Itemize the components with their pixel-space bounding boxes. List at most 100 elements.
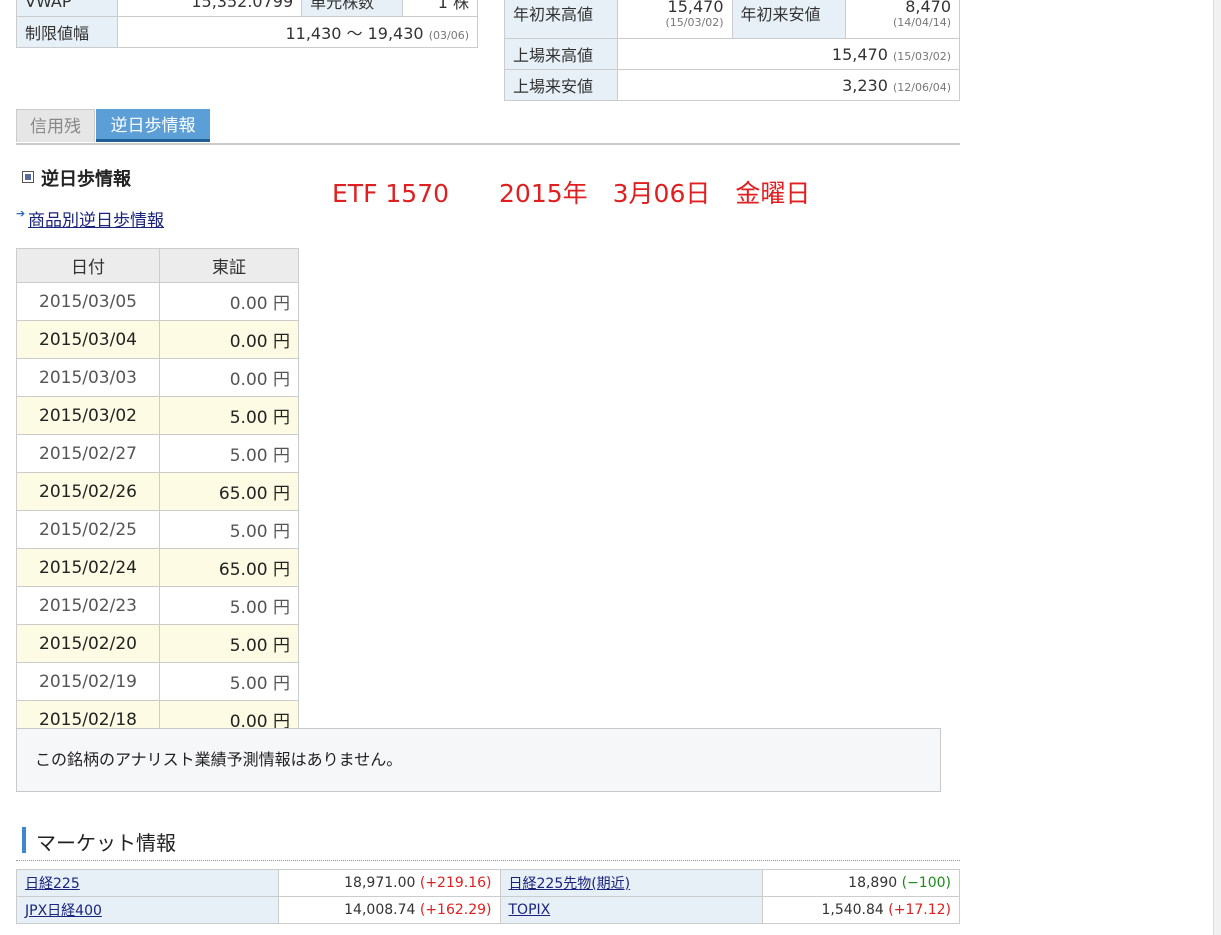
market-value-cell: 1,540.84 (+17.12) bbox=[761, 896, 960, 924]
date-cell: 2015/03/04 bbox=[16, 320, 160, 359]
date-cell: 2015/02/26 bbox=[16, 472, 160, 511]
limit-range-value: 11,430 〜 19,430 bbox=[285, 24, 424, 43]
market-index-link[interactable]: JPX日経400 bbox=[25, 903, 102, 919]
listed-high-label: 上場来高値 bbox=[504, 38, 618, 70]
market-change: (+219.16) bbox=[419, 875, 492, 891]
table-row: 2015/02/26 65.00 円 bbox=[16, 472, 299, 511]
market-value-cell: 14,008.74 (+162.29) bbox=[278, 896, 501, 924]
market-change: (+162.29) bbox=[419, 902, 492, 918]
listed-high-row: 上場来高値 15,470 (15/03/02) bbox=[504, 38, 960, 70]
listed-low-cell: 3,230 (12/06/04) bbox=[617, 69, 960, 101]
price-info-table: VWAP 15,352.0799 単元株数 1 株 制限値幅 11,430 〜 … bbox=[16, 0, 478, 48]
table-row: 2015/03/05 0.00 円 bbox=[16, 282, 299, 321]
table-row: 2015/02/19 5.00 円 bbox=[16, 662, 299, 701]
market-value-cell: 18,971.00 (+219.16) bbox=[278, 869, 501, 897]
limit-range-date: (03/06) bbox=[428, 29, 469, 42]
year-high-cell: 15,470 (15/03/02) bbox=[617, 0, 733, 39]
listed-low-value: 3,230 bbox=[842, 75, 888, 95]
year-low-value: 8,470 bbox=[905, 0, 951, 16]
section-title: 逆日歩情報 bbox=[41, 169, 131, 190]
amount-cell: 65.00 円 bbox=[159, 472, 299, 511]
gyaku-table-body: 2015/03/05 0.00 円 2015/03/04 0.00 円 2015/03/… bbox=[16, 282, 299, 739]
market-value: 14,008.74 bbox=[344, 902, 416, 918]
market-change: (−100) bbox=[901, 875, 951, 891]
table-header-row: 日付 東証 bbox=[16, 248, 299, 283]
amount-cell: 65.00 円 bbox=[159, 548, 299, 587]
listed-low-date: (12/06/04) bbox=[893, 80, 951, 94]
listed-high-date: (15/03/02) bbox=[893, 49, 951, 63]
amount-cell: 0.00 円 bbox=[159, 358, 299, 397]
year-low-date: (14/04/14) bbox=[893, 15, 951, 29]
listed-low-row: 上場来安値 3,230 (12/06/04) bbox=[504, 69, 960, 101]
date-cell: 2015/02/20 bbox=[16, 624, 160, 663]
market-index-link[interactable]: TOPIX bbox=[509, 902, 551, 918]
date-cell: 2015/02/23 bbox=[16, 586, 160, 625]
vwap-value: 15,352.0799 bbox=[116, 0, 303, 17]
product-gyaku-link[interactable]: 商品別逆日歩情報 bbox=[28, 206, 164, 231]
date-cell: 2015/03/02 bbox=[16, 396, 160, 435]
high-low-table: 年初来高値 15,470 (15/03/02) 年初来安値 8,470 (14/… bbox=[504, 0, 960, 101]
limit-range-label: 制限値幅 bbox=[16, 16, 118, 48]
amount-cell: 5.00 円 bbox=[159, 396, 299, 435]
market-index-link[interactable]: 日経225先物(期近) bbox=[509, 876, 631, 892]
market-value: 18,890 bbox=[848, 875, 898, 891]
table-row: 2015/03/04 0.00 円 bbox=[16, 320, 299, 359]
vwap-label: VWAP bbox=[16, 0, 118, 17]
market-info-table: 日経225 18,971.00 (+219.16) 日経225先物(期近) 18,89… bbox=[16, 869, 960, 924]
amount-cell: 5.00 円 bbox=[159, 624, 299, 663]
unit-shares-label: 単元株数 bbox=[301, 0, 404, 17]
market-name-cell: TOPIX bbox=[499, 896, 763, 924]
gyaku-hibu-table: 日付 東証 2015/03/05 0.00 円 2015/03/04 0.00 円 20… bbox=[16, 248, 299, 739]
limit-range-row: 制限値幅 11,430 〜 19,430 (03/06) bbox=[16, 16, 478, 48]
table-row: 2015/02/20 5.00 円 bbox=[16, 624, 299, 663]
amount-cell: 0.00 円 bbox=[159, 282, 299, 321]
amount-cell: 5.00 円 bbox=[159, 510, 299, 549]
vwap-row: VWAP 15,352.0799 単元株数 1 株 bbox=[16, 0, 478, 17]
analyst-notice-box: この銘柄のアナリスト業績予測情報はありません。 bbox=[16, 728, 941, 792]
table-row: 2015/03/02 5.00 円 bbox=[16, 396, 299, 435]
info-tabs: 信用残 逆日歩情報 bbox=[16, 109, 960, 145]
market-row: JPX日経400 14,008.74 (+162.29) TOPIX 1,540.84… bbox=[16, 896, 960, 924]
date-cell: 2015/03/05 bbox=[16, 282, 160, 321]
market-name-cell: 日経225先物(期近) bbox=[499, 869, 763, 897]
year-high-label: 年初来高値 bbox=[504, 0, 618, 39]
date-column-header: 日付 bbox=[16, 248, 160, 283]
amount-cell: 5.00 円 bbox=[159, 586, 299, 625]
year-low-cell: 8,470 (14/04/14) bbox=[844, 0, 960, 39]
vertical-scrollbar[interactable] bbox=[1213, 0, 1221, 935]
date-cell: 2015/02/25 bbox=[16, 510, 160, 549]
market-info-title: マーケット情報 bbox=[36, 831, 176, 855]
table-row: 2015/03/03 0.00 円 bbox=[16, 358, 299, 397]
market-value: 18,971.00 bbox=[344, 875, 416, 891]
square-bullet-icon bbox=[22, 171, 34, 183]
table-row: 2015/02/24 65.00 円 bbox=[16, 548, 299, 587]
arrow-right-icon: ➔ bbox=[16, 207, 26, 220]
table-row: 2015/02/23 5.00 円 bbox=[16, 586, 299, 625]
limit-range-cell: 11,430 〜 19,430 (03/06) bbox=[117, 16, 478, 48]
year-high-date: (15/03/02) bbox=[665, 15, 724, 29]
date-cell: 2015/02/27 bbox=[16, 434, 160, 473]
market-value-cell: 18,890 (−100) bbox=[761, 869, 960, 897]
date-cell: 2015/02/19 bbox=[16, 662, 160, 701]
market-name-cell: 日経225 bbox=[16, 869, 279, 897]
year-low-label: 年初来安値 bbox=[731, 0, 846, 39]
amount-cell: 5.00 円 bbox=[159, 662, 299, 701]
listed-high-value: 15,470 bbox=[831, 44, 888, 64]
tse-column-header: 東証 bbox=[159, 248, 299, 283]
date-cell: 2015/03/03 bbox=[16, 358, 160, 397]
market-index-link[interactable]: 日経225 bbox=[25, 876, 80, 892]
amount-cell: 0.00 円 bbox=[159, 320, 299, 359]
listed-high-cell: 15,470 (15/03/02) bbox=[617, 38, 960, 70]
tab-credit-balance[interactable]: 信用残 bbox=[16, 109, 95, 142]
table-row: 2015/02/27 5.00 円 bbox=[16, 434, 299, 473]
market-value: 1,540.84 bbox=[821, 902, 884, 918]
year-high-value: 15,470 bbox=[667, 0, 724, 16]
year-high-low-row: 年初来高値 15,470 (15/03/02) 年初来安値 8,470 (14/… bbox=[504, 0, 960, 39]
market-change: (+17.12) bbox=[888, 902, 951, 918]
market-table-body: 日経225 18,971.00 (+219.16) 日経225先物(期近) 18,89… bbox=[16, 869, 960, 924]
heading-accent-bar bbox=[22, 827, 26, 853]
market-row: 日経225 18,971.00 (+219.16) 日経225先物(期近) 18,89… bbox=[16, 869, 960, 897]
date-cell: 2015/02/24 bbox=[16, 548, 160, 587]
market-name-cell: JPX日経400 bbox=[16, 896, 279, 924]
tab-gyaku-hibu[interactable]: 逆日歩情報 bbox=[96, 109, 210, 142]
